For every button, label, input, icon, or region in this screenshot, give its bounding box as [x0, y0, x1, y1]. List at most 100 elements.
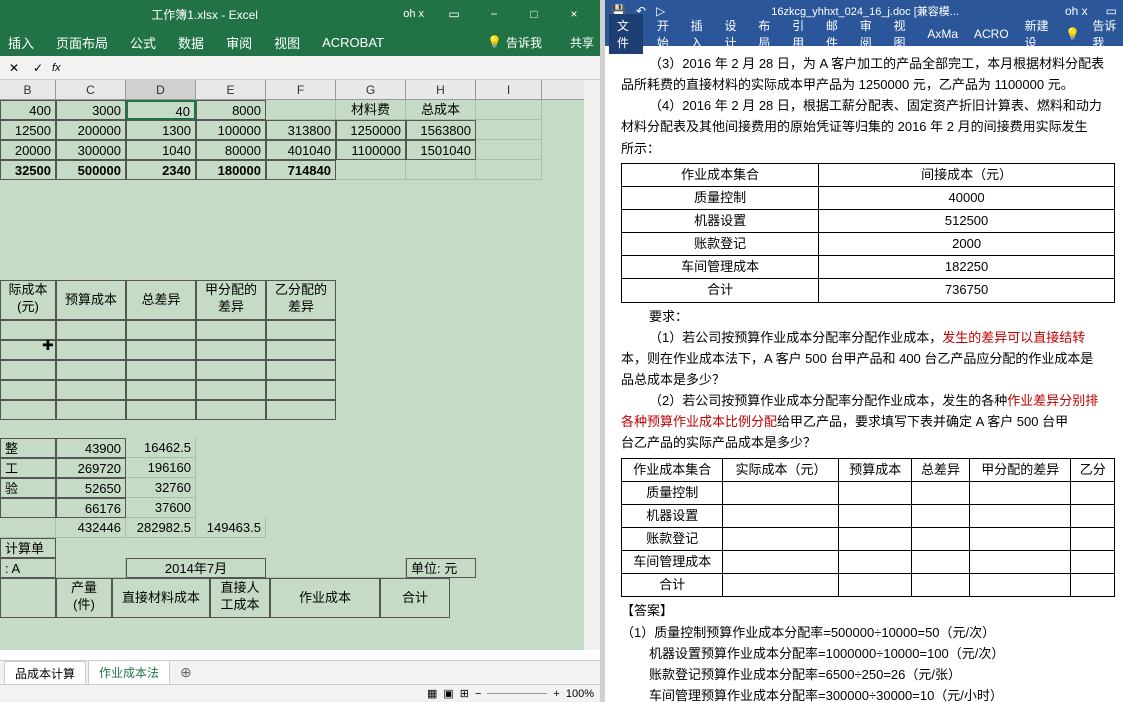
- cell[interactable]: 100000: [196, 120, 266, 140]
- col-header[interactable]: G: [336, 80, 406, 99]
- ribbon-tab[interactable]: 邮件: [824, 15, 846, 53]
- cell[interactable]: [56, 380, 126, 400]
- cell[interactable]: 整: [0, 438, 56, 458]
- ribbon-tab[interactable]: 设计: [722, 15, 744, 53]
- cell[interactable]: [196, 360, 266, 380]
- cancel-icon[interactable]: ✕: [4, 61, 24, 75]
- cell[interactable]: 432446: [56, 518, 126, 538]
- cell[interactable]: 1100000: [336, 140, 406, 160]
- cell[interactable]: 180000: [196, 160, 266, 180]
- box-icon[interactable]: ▭: [434, 0, 474, 28]
- cell[interactable]: 401040: [266, 140, 336, 160]
- vertical-scrollbar[interactable]: [584, 80, 600, 650]
- cell[interactable]: 总差异: [126, 280, 196, 320]
- cell[interactable]: 12500: [0, 120, 56, 140]
- ribbon-tab[interactable]: 插入: [689, 15, 711, 53]
- cell[interactable]: 20000: [0, 140, 56, 160]
- cell[interactable]: 300000: [56, 140, 126, 160]
- share-button[interactable]: 共享: [570, 34, 594, 51]
- cell[interactable]: 43900: [56, 438, 126, 458]
- cell[interactable]: [0, 498, 56, 518]
- col-header[interactable]: B: [0, 80, 56, 99]
- cell[interactable]: [0, 578, 56, 618]
- cell[interactable]: [266, 340, 336, 360]
- cell[interactable]: [56, 320, 126, 340]
- cell[interactable]: 工: [0, 458, 56, 478]
- cell[interactable]: [476, 120, 542, 140]
- cell[interactable]: [196, 320, 266, 340]
- cell[interactable]: [476, 160, 542, 180]
- grid-area[interactable]: B C D E F G H I 400 3000 40 8000 材料费 总成本…: [0, 80, 600, 650]
- cell[interactable]: 1563800: [406, 120, 476, 140]
- cell[interactable]: 2340: [126, 160, 196, 180]
- cell[interactable]: [406, 160, 476, 180]
- cell[interactable]: [196, 380, 266, 400]
- cell[interactable]: [0, 400, 56, 420]
- cell[interactable]: 单位: 元: [406, 558, 476, 578]
- cell[interactable]: [266, 100, 336, 120]
- cell[interactable]: 16462.5: [126, 438, 196, 458]
- add-sheet-icon[interactable]: ⊕: [172, 664, 200, 681]
- cell[interactable]: [56, 400, 126, 420]
- zoom-control[interactable]: ▦ ▣ ⊞ −+ 100%: [427, 687, 594, 700]
- cell[interactable]: 80000: [196, 140, 266, 160]
- cell[interactable]: [336, 160, 406, 180]
- ribbon-tab[interactable]: 引用: [790, 15, 812, 53]
- cell[interactable]: 32760: [126, 478, 196, 498]
- cell[interactable]: [0, 360, 56, 380]
- cell[interactable]: 282982.5: [126, 518, 196, 538]
- enter-icon[interactable]: ✓: [28, 61, 48, 75]
- cell[interactable]: 产量(件): [56, 578, 112, 618]
- cell[interactable]: [126, 380, 196, 400]
- ribbon-tab[interactable]: 新建设: [1023, 15, 1054, 53]
- ribbon-tab[interactable]: 审阅: [858, 15, 880, 53]
- cell[interactable]: [0, 518, 56, 538]
- cell[interactable]: 66176: [56, 498, 126, 518]
- ribbon-tab[interactable]: 开始: [655, 15, 677, 53]
- minimize-icon[interactable]: −: [474, 0, 514, 28]
- cell[interactable]: 作业成本: [270, 578, 380, 618]
- cell[interactable]: 总成本: [406, 100, 476, 120]
- view-normal-icon[interactable]: ▦: [427, 687, 437, 700]
- cell[interactable]: : A: [0, 558, 56, 578]
- ribbon-tab[interactable]: ACRO: [972, 25, 1011, 43]
- maximize-icon[interactable]: □: [514, 0, 554, 28]
- cell[interactable]: 714840: [266, 160, 336, 180]
- cell[interactable]: [126, 340, 196, 360]
- ribbon-tab[interactable]: 公式: [128, 29, 158, 56]
- col-header[interactable]: I: [476, 80, 542, 99]
- ribbon-tab[interactable]: ACROBAT: [320, 31, 386, 54]
- cell[interactable]: [126, 360, 196, 380]
- cell[interactable]: [56, 360, 126, 380]
- col-header[interactable]: F: [266, 80, 336, 99]
- cell[interactable]: 材料费: [336, 100, 406, 120]
- ribbon-tab[interactable]: 插入: [6, 29, 36, 56]
- cell[interactable]: 直接人工成本: [210, 578, 270, 618]
- col-header[interactable]: C: [56, 80, 126, 99]
- cell[interactable]: 1501040: [406, 140, 476, 160]
- cell[interactable]: [266, 320, 336, 340]
- cell[interactable]: 200000: [56, 120, 126, 140]
- cell[interactable]: 500000: [56, 160, 126, 180]
- cell[interactable]: 269720: [56, 458, 126, 478]
- cell[interactable]: [476, 100, 542, 120]
- ribbon-tab[interactable]: 页面布局: [54, 29, 110, 56]
- cell[interactable]: 8000: [196, 100, 266, 120]
- cell[interactable]: [126, 320, 196, 340]
- cell[interactable]: [266, 380, 336, 400]
- cell[interactable]: [0, 380, 56, 400]
- cell[interactable]: 计算单: [0, 538, 56, 558]
- col-header[interactable]: E: [196, 80, 266, 99]
- ribbon-tab[interactable]: AxMa: [925, 25, 960, 43]
- sheet-tab[interactable]: 作业成本法: [88, 660, 170, 686]
- cell[interactable]: [476, 140, 542, 160]
- cell[interactable]: 合计: [380, 578, 450, 618]
- ribbon-tab[interactable]: 审阅: [224, 29, 254, 56]
- cell[interactable]: 1040: [126, 140, 196, 160]
- ribbon-tab-file[interactable]: 文件: [609, 14, 643, 54]
- cell[interactable]: 际成本(元): [0, 280, 56, 320]
- cell[interactable]: 3000: [56, 100, 126, 120]
- cell[interactable]: 1250000: [336, 120, 406, 140]
- formula-input[interactable]: [65, 60, 596, 75]
- ribbon-tab[interactable]: 数据: [176, 29, 206, 56]
